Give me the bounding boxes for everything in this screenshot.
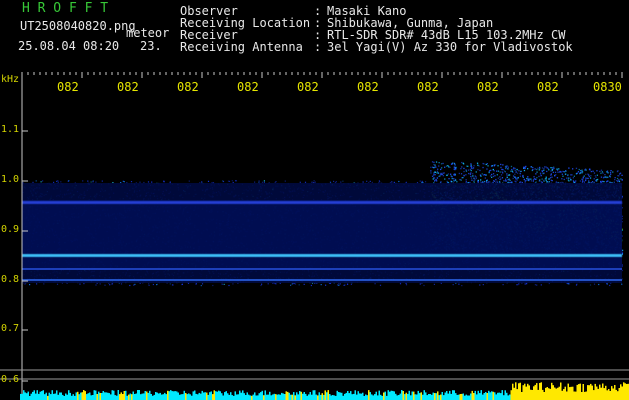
time-label-1: 082: [57, 80, 79, 94]
time-tick-marks: [21, 72, 623, 78]
time-label-8: 082: [477, 80, 499, 94]
spectrogram-bands: [22, 183, 622, 283]
time-label-3: 082: [177, 80, 199, 94]
freq-tick-1.1: 1.1: [1, 124, 20, 135]
freq-tick-0.9: 0.9: [1, 224, 20, 235]
spectrogram-plot: [0, 72, 629, 400]
time-label-10: 0830: [593, 80, 622, 94]
time-label-2: 082: [117, 80, 139, 94]
freq-tick-0.6: 0.6: [1, 374, 20, 385]
freq-tick-0.8: 0.8: [1, 274, 20, 285]
freq-unit-label: kHz: [1, 74, 20, 85]
time-label-9: 082: [537, 80, 559, 94]
freq-tick-0.7: 0.7: [1, 323, 20, 334]
time-label-6: 082: [357, 80, 379, 94]
hrofft-spectrogram-window: H R O F F T UT2508040820.png meteor 25.0…: [0, 0, 629, 400]
time-label-7: 082: [417, 80, 439, 94]
bottom-level-bar: [20, 382, 629, 400]
time-label-4: 082: [237, 80, 259, 94]
time-label-5: 082: [297, 80, 319, 94]
freq-tick-1.0: 1.0: [1, 174, 20, 185]
